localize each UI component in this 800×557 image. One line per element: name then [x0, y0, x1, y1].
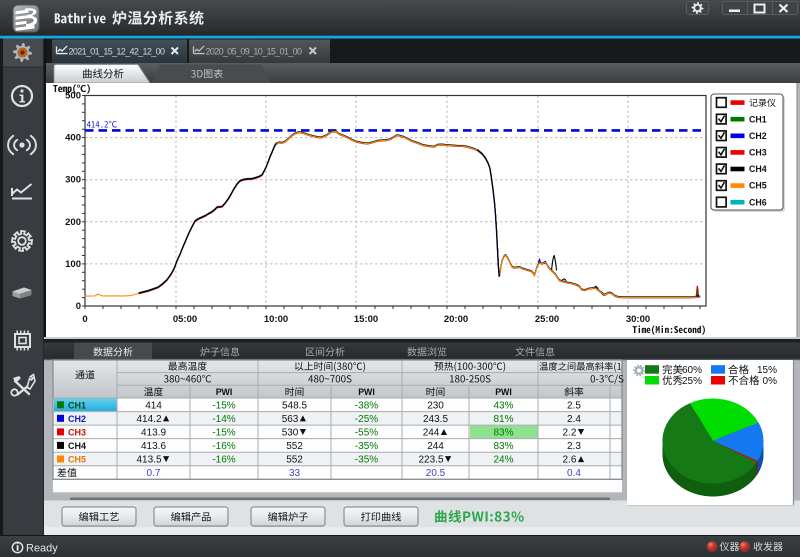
- svg-text:2.3: 2.3: [567, 441, 581, 452]
- svg-text:0.7: 0.7: [147, 468, 161, 479]
- svg-text:-16%: -16%: [212, 441, 235, 452]
- svg-text:25%: 25%: [682, 376, 702, 387]
- svg-text:548.5: 548.5: [282, 400, 307, 411]
- svg-text:CH2: CH2: [749, 131, 767, 141]
- svg-text:0: 0: [82, 314, 87, 325]
- svg-text:563: 563: [282, 414, 299, 425]
- svg-text:-16%: -16%: [212, 455, 235, 466]
- svg-text:2.4: 2.4: [567, 414, 581, 425]
- svg-text:CH4: CH4: [68, 441, 86, 451]
- svg-text:10:00: 10:00: [264, 314, 288, 325]
- svg-text:43%: 43%: [494, 400, 514, 411]
- svg-text:PWI: PWI: [495, 387, 512, 397]
- svg-text:83%: 83%: [494, 441, 514, 452]
- svg-text:413.9: 413.9: [141, 428, 166, 439]
- svg-text:33: 33: [289, 468, 301, 479]
- svg-text:CH5: CH5: [749, 181, 767, 191]
- svg-text:60%: 60%: [682, 365, 702, 376]
- svg-text:CH6: CH6: [749, 197, 767, 207]
- svg-text:25:00: 25:00: [535, 314, 559, 325]
- svg-text:414: 414: [145, 400, 162, 411]
- svg-text:243.5: 243.5: [423, 414, 448, 425]
- svg-text:CH3: CH3: [68, 428, 86, 438]
- svg-text:20:00: 20:00: [444, 314, 468, 325]
- svg-text:PWI: PWI: [216, 387, 233, 397]
- svg-text:2020_05_09_10_15_01_00: 2020_05_09_10_15_01_00: [206, 47, 302, 57]
- svg-text:300: 300: [65, 175, 81, 186]
- svg-text:PWI: PWI: [358, 387, 375, 397]
- svg-text:-38%: -38%: [355, 400, 378, 411]
- svg-text:552: 552: [286, 455, 303, 466]
- svg-text:-15%: -15%: [212, 428, 235, 439]
- svg-text:Ready: Ready: [26, 543, 58, 555]
- svg-text:15%: 15%: [757, 365, 777, 376]
- svg-text:223.5: 223.5: [419, 455, 444, 466]
- svg-text:244: 244: [423, 428, 440, 439]
- svg-text:15:00: 15:00: [354, 314, 378, 325]
- svg-text:30:00: 30:00: [626, 314, 650, 325]
- svg-text:CH4: CH4: [749, 164, 767, 174]
- svg-text:244: 244: [427, 441, 444, 452]
- svg-text:400: 400: [65, 133, 81, 144]
- svg-text:0: 0: [76, 301, 81, 312]
- svg-text:0%: 0%: [763, 376, 778, 387]
- svg-text:530: 530: [282, 428, 299, 439]
- svg-text:413.5: 413.5: [137, 455, 162, 466]
- svg-text:83%: 83%: [494, 428, 514, 439]
- svg-text:-35%: -35%: [355, 455, 378, 466]
- svg-text:-25%: -25%: [355, 414, 378, 425]
- svg-text:100: 100: [65, 259, 81, 270]
- svg-text:-55%: -55%: [355, 428, 378, 439]
- svg-text:414.2: 414.2: [137, 414, 162, 425]
- svg-text:24%: 24%: [494, 455, 514, 466]
- svg-text:81%: 81%: [494, 414, 514, 425]
- svg-text:-15%: -15%: [212, 400, 235, 411]
- svg-text:CH3: CH3: [749, 148, 767, 158]
- svg-text:2021_01_15_12_42_12_00: 2021_01_15_12_42_12_00: [69, 47, 165, 57]
- svg-text:CH5: CH5: [68, 455, 86, 465]
- svg-text:2.6: 2.6: [563, 455, 577, 466]
- svg-text:CH2: CH2: [68, 414, 86, 424]
- svg-text:0.4: 0.4: [567, 468, 581, 479]
- svg-text:05:00: 05:00: [173, 314, 197, 325]
- svg-text:CH1: CH1: [68, 400, 86, 410]
- svg-text:2.5: 2.5: [567, 400, 581, 411]
- svg-text:20.5: 20.5: [426, 468, 446, 479]
- svg-text:413.6: 413.6: [141, 441, 166, 452]
- svg-text:-35%: -35%: [355, 441, 378, 452]
- svg-text:2.2: 2.2: [563, 428, 577, 439]
- svg-text:230: 230: [427, 400, 444, 411]
- svg-text:200: 200: [65, 217, 81, 228]
- svg-text:500: 500: [65, 91, 81, 102]
- svg-text:-14%: -14%: [212, 414, 235, 425]
- svg-text:552: 552: [286, 441, 303, 452]
- svg-text:CH1: CH1: [749, 114, 767, 124]
